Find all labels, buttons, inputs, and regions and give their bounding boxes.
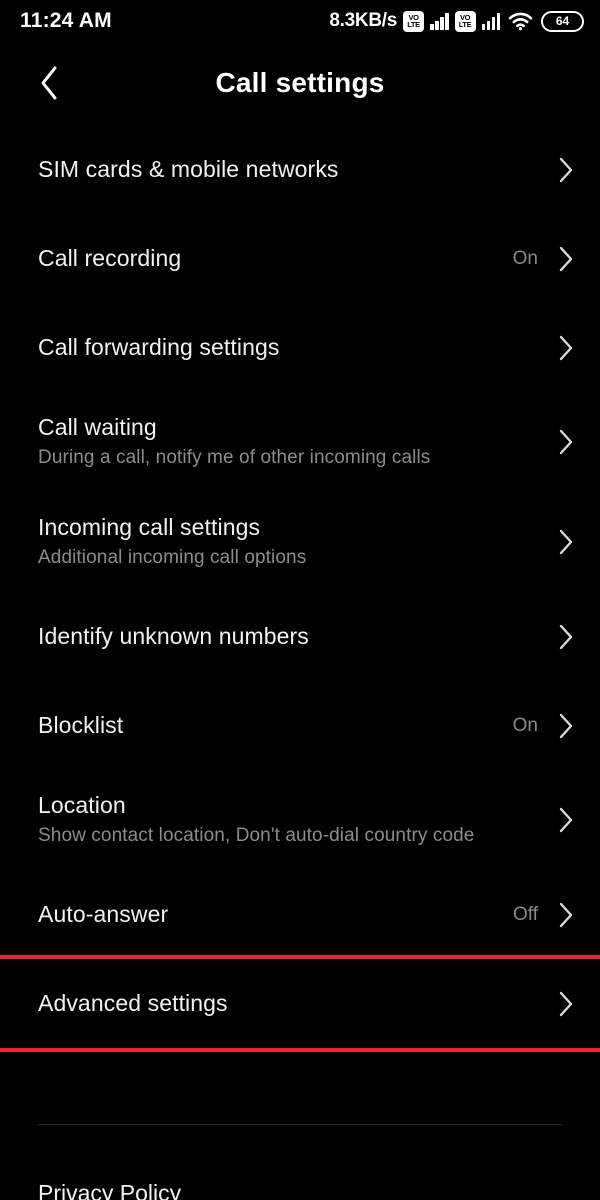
list-item[interactable]: Blocklist On xyxy=(0,681,600,770)
page-title: Call settings xyxy=(215,67,385,98)
list-item[interactable]: Call forwarding settings xyxy=(0,303,600,392)
chevron-right-icon xyxy=(556,624,576,649)
list-item[interactable]: Location Show contact location, Don't aut… xyxy=(0,770,600,870)
chevron-right-icon xyxy=(556,713,576,738)
status-clock: 11:24 AM xyxy=(20,9,112,32)
list-item-title: Incoming call settings xyxy=(38,513,261,540)
list-item-title: Call forwarding settings xyxy=(38,333,280,360)
signal-bars-icon-2 xyxy=(481,12,500,30)
list-item-title: Blocklist xyxy=(38,711,124,738)
chevron-right-icon xyxy=(556,807,576,833)
list-item-text: Incoming call settings Additional incomin… xyxy=(38,513,556,569)
network-speed-label: 8.3KB/s xyxy=(329,10,397,31)
volte-icon-2: VO LTE xyxy=(454,10,476,32)
list-item-title: Advanced settings xyxy=(38,989,228,1016)
settings-list: SIM cards & mobile networks Call recordin… xyxy=(0,125,600,1052)
page-header: Call settings xyxy=(0,52,600,114)
list-item-text: Call recording xyxy=(38,244,513,271)
list-item-title: Call waiting xyxy=(38,413,157,440)
list-item-text: Call forwarding settings xyxy=(38,333,556,360)
chevron-right-icon xyxy=(556,335,576,360)
list-item-subtitle: Additional incoming call options xyxy=(38,547,307,569)
back-button[interactable] xyxy=(26,60,72,106)
list-item[interactable]: Advanced settings xyxy=(0,955,600,1052)
list-item-title: Identify unknown numbers xyxy=(38,622,309,649)
list-item-text: Location Show contact location, Don't aut… xyxy=(38,791,556,847)
list-item[interactable]: Call waiting During a call, notify me of … xyxy=(0,392,600,492)
list-item-text: Identify unknown numbers xyxy=(38,622,556,649)
list-item-text: Blocklist xyxy=(38,711,513,738)
footer-divider xyxy=(38,1124,562,1125)
status-icons: 8.3KB/s VO LTE VO LTE 64 xyxy=(329,10,584,32)
chevron-left-icon xyxy=(41,66,57,100)
chevron-right-icon xyxy=(556,529,576,555)
list-item[interactable]: Incoming call settings Additional incomin… xyxy=(0,492,600,592)
list-item-value: On xyxy=(512,247,538,269)
status-bar: 11:24 AM 8.3KB/s VO LTE VO LTE 64 xyxy=(0,0,600,42)
list-item-value: On xyxy=(512,714,538,736)
chevron-right-icon xyxy=(556,429,576,455)
list-item[interactable]: Call recording On xyxy=(0,214,600,303)
list-item[interactable]: Auto-answer Off xyxy=(0,870,600,959)
privacy-policy-link[interactable]: Privacy Policy xyxy=(38,1180,181,1200)
list-item-subtitle: Show contact location, Don't auto-dial c… xyxy=(38,825,475,847)
list-item-value: Off xyxy=(513,903,538,925)
wifi-icon xyxy=(508,11,533,31)
signal-bars-icon xyxy=(430,12,449,30)
list-item[interactable]: SIM cards & mobile networks xyxy=(0,125,600,214)
list-item-title: Call recording xyxy=(38,244,182,271)
list-item-title: SIM cards & mobile networks xyxy=(38,155,339,182)
list-item-title: Location xyxy=(38,791,126,818)
chevron-right-icon xyxy=(556,246,576,271)
list-item-subtitle: During a call, notify me of other incomi… xyxy=(38,447,431,469)
battery-level-label: 64 xyxy=(555,14,570,28)
chevron-right-icon xyxy=(556,991,576,1016)
volte-icon: VO LTE xyxy=(403,10,424,32)
list-item[interactable]: Identify unknown numbers xyxy=(0,592,600,681)
volte-icon-bottom: LTE xyxy=(407,20,420,29)
chevron-right-icon xyxy=(556,157,576,182)
phone-screen: 11:24 AM 8.3KB/s VO LTE VO LTE 64 Call s… xyxy=(0,0,600,1200)
battery-icon: 64 xyxy=(541,10,584,32)
list-item-text: Call waiting During a call, notify me of … xyxy=(38,413,556,469)
chevron-right-icon xyxy=(556,902,576,927)
list-item-text: SIM cards & mobile networks xyxy=(38,155,556,182)
list-item-text: Advanced settings xyxy=(38,989,556,1016)
list-item-text: Auto-answer xyxy=(38,900,513,927)
list-item-title: Auto-answer xyxy=(38,900,169,927)
volte-icon-2-bottom: LTE xyxy=(458,20,472,29)
